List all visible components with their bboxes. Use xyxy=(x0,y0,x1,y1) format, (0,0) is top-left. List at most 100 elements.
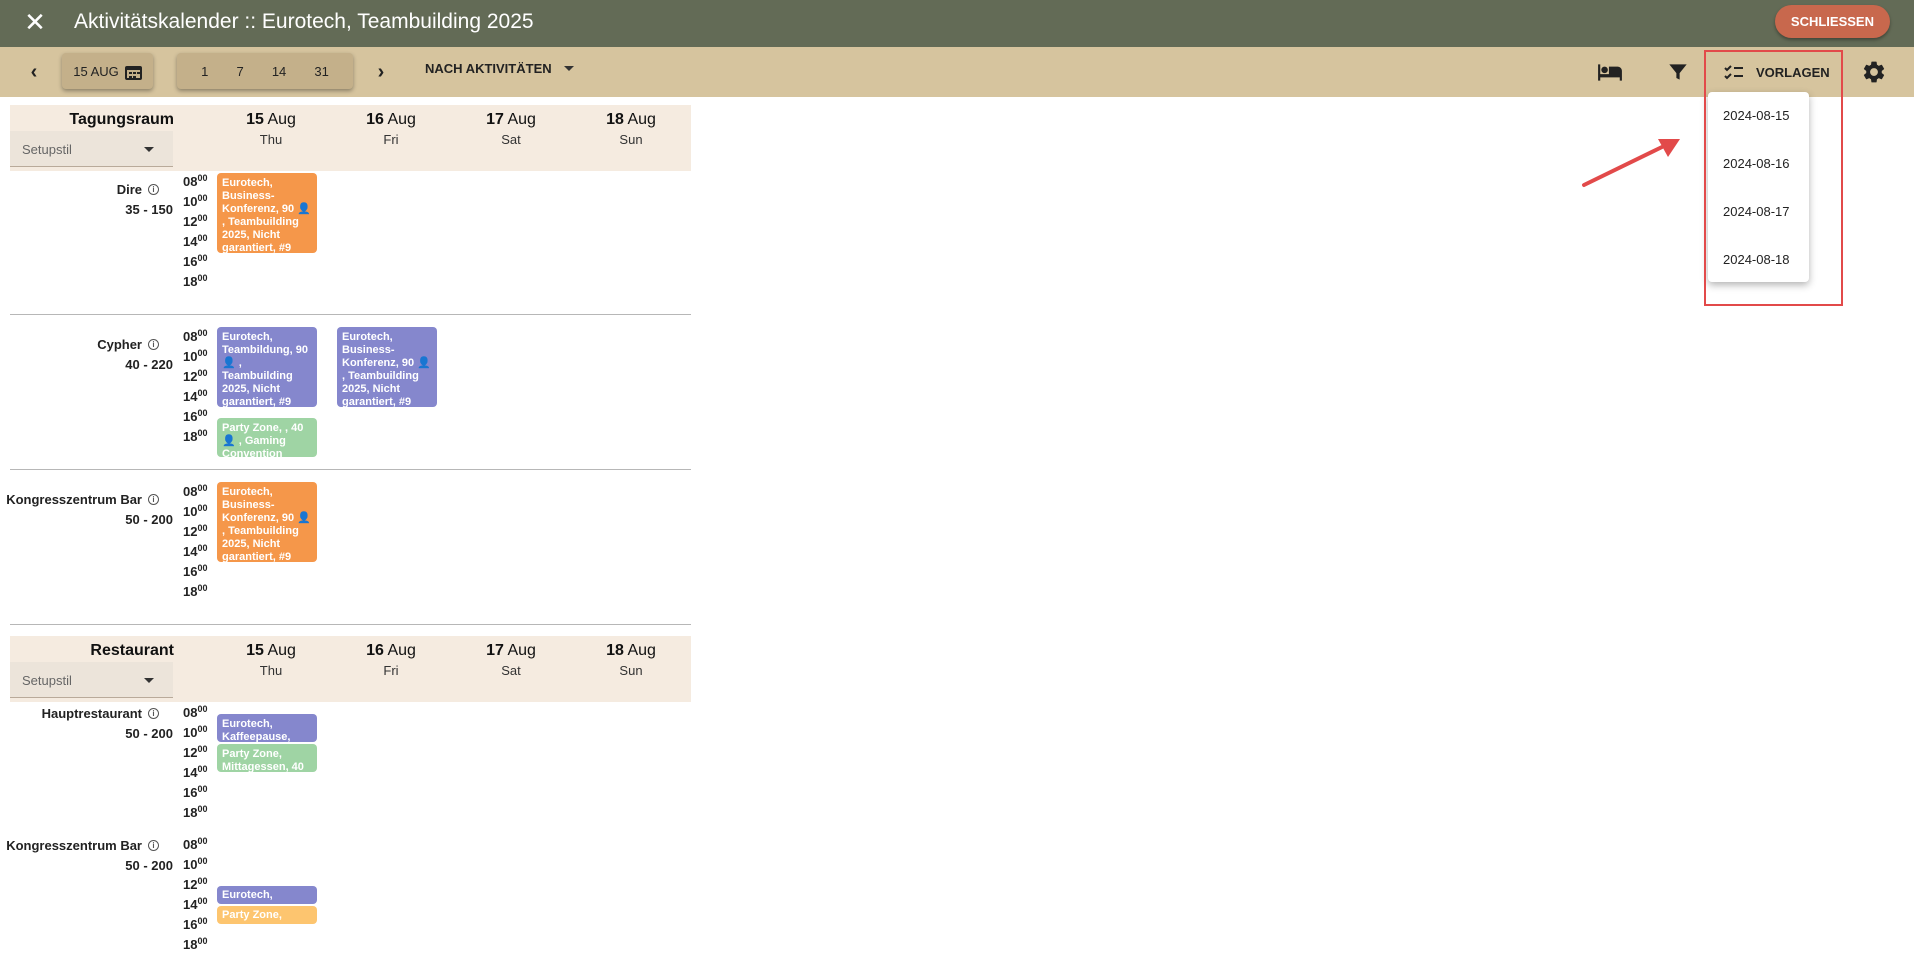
event-block[interactable]: Eurotech, Business-Konferenz, 90 👤 , Tea… xyxy=(217,173,317,253)
room-capacity: 35 - 150 xyxy=(125,202,173,217)
day-header: 18 Aug Sun xyxy=(606,111,656,147)
room-capacity: 40 - 220 xyxy=(125,357,173,372)
day-header: 17 Aug Sat xyxy=(486,111,536,147)
chevron-right-icon[interactable]: › xyxy=(366,57,396,87)
event-block[interactable]: Party Zone, Mittagessen, 40 xyxy=(217,744,317,772)
time-label: 1600 xyxy=(183,916,208,932)
dropdown-item[interactable]: 2024-08-17 xyxy=(1708,196,1809,244)
time-label: 1400 xyxy=(183,233,208,249)
event-block[interactable]: Eurotech, Teambildung, 90 👤 , Teambuildi… xyxy=(217,327,317,407)
time-label: 1200 xyxy=(183,876,208,892)
time-label: 1800 xyxy=(183,583,208,599)
setup-style-placeholder: Setupstil xyxy=(22,673,72,688)
range-1-button[interactable]: 1 xyxy=(201,64,208,79)
time-label: 0800 xyxy=(183,704,208,720)
event-block[interactable]: Eurotech, Business-Konferenz, 90 👤 , Tea… xyxy=(337,327,437,407)
event-block[interactable]: Party Zone, xyxy=(217,906,317,924)
sort-select[interactable]: NACH AKTIVITÄTEN xyxy=(425,61,574,76)
dropdown-item[interactable]: 2024-08-15 xyxy=(1708,100,1809,148)
room-capacity: 50 - 200 xyxy=(125,512,173,527)
room-name: Kongresszentrum Bar i xyxy=(6,838,159,853)
event-block[interactable]: Eurotech, xyxy=(217,886,317,904)
arrow-annotation xyxy=(1582,139,1680,187)
dropdown-item[interactable]: 2024-08-16 xyxy=(1708,148,1809,196)
time-label: 1800 xyxy=(183,804,208,820)
room-name: Dire i xyxy=(117,182,159,197)
section-title: Restaurant xyxy=(90,642,174,659)
chevron-left-icon[interactable]: ‹ xyxy=(19,57,49,87)
range-14-button[interactable]: 14 xyxy=(272,64,286,79)
day-header: 16 Aug Fri xyxy=(366,642,416,678)
time-label: 1800 xyxy=(183,936,208,952)
time-label: 0800 xyxy=(183,836,208,852)
close-icon[interactable]: ✕ xyxy=(22,9,48,35)
window-title: Aktivitätskalender :: Eurotech, Teambuil… xyxy=(74,10,534,33)
date-picker-button[interactable]: 15 AUG xyxy=(62,53,153,89)
info-icon[interactable]: i xyxy=(148,840,159,851)
room-name: Hauptrestaurant i xyxy=(42,706,159,721)
time-label: 1000 xyxy=(183,503,208,519)
toolbar: ‹ 15 AUG 1 7 14 31 › NACH AKTIVITÄTEN VO… xyxy=(0,47,1914,97)
time-column: 0800 1000 1200 1400 1600 1800 xyxy=(183,173,213,295)
range-31-button[interactable]: 31 xyxy=(314,64,328,79)
filter-icon[interactable] xyxy=(1665,59,1691,85)
title-bar: ✕ Aktivitätskalender :: Eurotech, Teambu… xyxy=(0,0,1914,47)
bed-icon[interactable] xyxy=(1597,59,1623,85)
checklist-icon xyxy=(1724,65,1743,80)
time-label: 1000 xyxy=(183,856,208,872)
event-block[interactable]: Eurotech, Kaffeepause, xyxy=(217,714,317,742)
room-separator xyxy=(10,469,691,470)
time-label: 1800 xyxy=(183,273,208,289)
day-header: 18 Aug Sun xyxy=(606,642,656,678)
date-label: 15 AUG xyxy=(73,63,119,79)
time-label: 0800 xyxy=(183,328,208,344)
section-header-tagungsraum: Tagungsraum Setupstil 15 Aug Thu 16 Aug Fr… xyxy=(10,105,691,171)
time-label: 1600 xyxy=(183,563,208,579)
time-label: 0800 xyxy=(183,483,208,499)
day-header: 15 Aug Thu xyxy=(246,642,296,678)
info-icon[interactable]: i xyxy=(148,184,159,195)
time-label: 1600 xyxy=(183,408,208,424)
time-label: 1400 xyxy=(183,896,208,912)
event-block[interactable]: Party Zone, , 40 👤 , Gaming Convention xyxy=(217,418,317,457)
caret-down-icon xyxy=(563,66,574,71)
time-label: 1600 xyxy=(183,784,208,800)
room-name: Kongresszentrum Bar i xyxy=(6,492,159,507)
time-column: 0800 1000 1200 1400 1600 1800 xyxy=(183,704,213,826)
event-block[interactable]: Eurotech, Business-Konferenz, 90 👤 , Tea… xyxy=(217,482,317,562)
setup-style-select[interactable]: Setupstil xyxy=(10,662,173,698)
range-7-button[interactable]: 7 xyxy=(236,64,243,79)
info-icon[interactable]: i xyxy=(148,494,159,505)
time-label: 0800 xyxy=(183,173,208,189)
sort-label: NACH AKTIVITÄTEN xyxy=(425,61,552,76)
time-label: 1400 xyxy=(183,543,208,559)
time-label: 1000 xyxy=(183,724,208,740)
time-label: 1400 xyxy=(183,388,208,404)
time-column: 0800 1000 1200 1400 1600 1800 xyxy=(183,836,213,954)
day-header: 16 Aug Fri xyxy=(366,111,416,147)
gear-icon[interactable] xyxy=(1861,59,1887,85)
setup-style-placeholder: Setupstil xyxy=(22,142,72,157)
caret-down-icon xyxy=(144,147,154,152)
day-header: 17 Aug Sat xyxy=(486,642,536,678)
caret-down-icon xyxy=(144,678,154,683)
vorlagen-label: VORLAGEN xyxy=(1756,64,1830,80)
time-label: 1800 xyxy=(183,428,208,444)
day-header: 15 Aug Thu xyxy=(246,111,296,147)
time-label: 1200 xyxy=(183,368,208,384)
vorlagen-button[interactable]: VORLAGEN xyxy=(1722,57,1830,87)
info-icon[interactable]: i xyxy=(148,339,159,350)
vorlagen-dropdown: 2024-08-15 2024-08-16 2024-08-17 2024-08… xyxy=(1708,92,1809,282)
time-label: 1600 xyxy=(183,253,208,269)
section-title: Tagungsraum xyxy=(69,111,174,128)
room-name: Cypher i xyxy=(97,337,159,352)
time-label: 1000 xyxy=(183,193,208,209)
time-label: 1200 xyxy=(183,213,208,229)
room-capacity: 50 - 200 xyxy=(125,858,173,873)
calendar-icon xyxy=(124,63,142,80)
setup-style-select[interactable]: Setupstil xyxy=(10,131,173,167)
close-button[interactable]: SCHLIESSEN xyxy=(1774,5,1890,38)
dropdown-item[interactable]: 2024-08-18 xyxy=(1708,244,1809,292)
range-selector: 1 7 14 31 xyxy=(177,53,353,89)
info-icon[interactable]: i xyxy=(148,708,159,719)
